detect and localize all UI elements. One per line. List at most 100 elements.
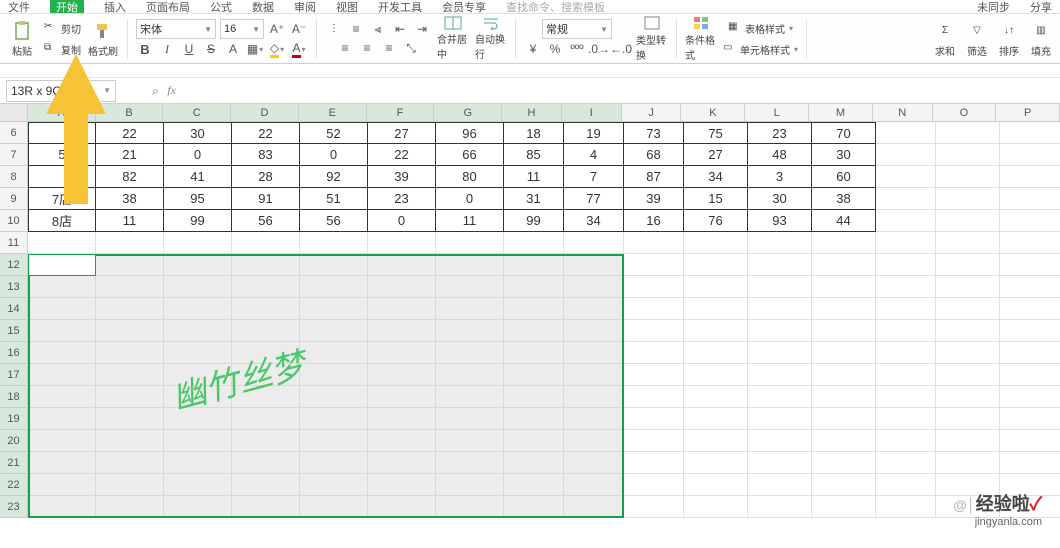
cell[interactable] (876, 144, 936, 166)
cell[interactable]: 77 (564, 188, 624, 210)
format-painter-button[interactable]: 格式刷 (87, 17, 119, 61)
percent-button[interactable]: % (546, 40, 564, 58)
cell[interactable]: 0 (436, 188, 504, 210)
cell[interactable] (684, 320, 748, 342)
number-format-select[interactable]: 常规▼ (542, 19, 612, 39)
cell[interactable] (564, 474, 624, 496)
paste-button[interactable]: 粘贴 (6, 17, 38, 61)
cell[interactable] (812, 320, 876, 342)
cell[interactable] (812, 298, 876, 320)
cell[interactable]: 16 (624, 210, 684, 232)
cell[interactable]: 96 (436, 122, 504, 144)
cell[interactable] (876, 496, 936, 518)
cell[interactable] (504, 474, 564, 496)
cell[interactable] (564, 254, 624, 276)
cell[interactable] (300, 232, 368, 254)
cell[interactable] (812, 364, 876, 386)
wrap-text-button[interactable]: 自动换行 (475, 17, 507, 61)
cell[interactable]: 19 (564, 122, 624, 144)
cell[interactable] (936, 298, 1000, 320)
cell[interactable]: 70 (812, 122, 876, 144)
cell[interactable] (28, 474, 96, 496)
cell[interactable] (748, 474, 812, 496)
cell[interactable]: 22 (368, 144, 436, 166)
cell[interactable] (564, 364, 624, 386)
sum-button[interactable]: Σ求和 (932, 17, 958, 61)
row-header[interactable]: 7 (0, 144, 28, 166)
cell[interactable] (684, 452, 748, 474)
cell[interactable] (300, 430, 368, 452)
tab-review[interactable]: 审阅 (294, 0, 316, 14)
cell[interactable] (300, 276, 368, 298)
cell[interactable] (368, 452, 436, 474)
cell[interactable] (812, 408, 876, 430)
cell[interactable] (368, 298, 436, 320)
cell[interactable] (564, 232, 624, 254)
cell[interactable] (232, 386, 300, 408)
cell[interactable] (300, 408, 368, 430)
cell[interactable] (504, 276, 564, 298)
cell[interactable] (28, 276, 96, 298)
cell[interactable]: 30 (164, 122, 232, 144)
cell[interactable] (368, 254, 436, 276)
cell[interactable] (28, 408, 96, 430)
cell[interactable] (164, 496, 232, 518)
cell[interactable] (368, 276, 436, 298)
cell[interactable] (436, 232, 504, 254)
cell[interactable] (368, 364, 436, 386)
cell[interactable] (936, 188, 1000, 210)
cell[interactable] (936, 166, 1000, 188)
cell[interactable]: 7店 (28, 188, 96, 210)
cell[interactable]: 52 (300, 122, 368, 144)
cell[interactable] (876, 474, 936, 496)
cell[interactable] (232, 276, 300, 298)
cell[interactable] (684, 386, 748, 408)
cell[interactable] (504, 342, 564, 364)
cell[interactable] (876, 320, 936, 342)
cell[interactable] (28, 496, 96, 518)
cell[interactable]: 22 (232, 122, 300, 144)
cell[interactable]: 11 (436, 210, 504, 232)
text-direction-button[interactable]: ⤡ (402, 39, 420, 57)
cell[interactable] (812, 254, 876, 276)
copy-button[interactable]: ⧉复制 (44, 39, 81, 59)
decimal-inc-button[interactable]: .0→ (590, 40, 608, 58)
cell[interactable] (436, 276, 504, 298)
cell[interactable] (232, 474, 300, 496)
cell[interactable] (164, 430, 232, 452)
cell[interactable] (96, 364, 164, 386)
cell[interactable] (96, 496, 164, 518)
cell[interactable] (436, 408, 504, 430)
cell[interactable] (28, 320, 96, 342)
row-header[interactable]: 14 (0, 298, 28, 320)
cell[interactable] (96, 342, 164, 364)
cell[interactable] (936, 232, 1000, 254)
cell[interactable] (368, 320, 436, 342)
cell[interactable] (748, 254, 812, 276)
cell[interactable]: 27 (368, 122, 436, 144)
sort-button[interactable]: ↓↑排序 (996, 17, 1022, 61)
cell[interactable]: 38 (812, 188, 876, 210)
cell[interactable] (812, 452, 876, 474)
row-header[interactable]: 12 (0, 254, 28, 276)
cell[interactable] (684, 254, 748, 276)
cell[interactable] (1000, 188, 1060, 210)
cell[interactable] (624, 408, 684, 430)
cell[interactable] (748, 496, 812, 518)
cell[interactable]: 80 (436, 166, 504, 188)
column-header[interactable]: A (28, 104, 96, 122)
cell[interactable] (232, 254, 300, 276)
cell[interactable] (812, 474, 876, 496)
cell[interactable] (232, 496, 300, 518)
cell[interactable] (876, 210, 936, 232)
cell[interactable] (436, 386, 504, 408)
italic-button[interactable]: I (158, 40, 176, 58)
column-header[interactable]: D (231, 104, 299, 122)
cell[interactable] (164, 386, 232, 408)
cell[interactable] (876, 232, 936, 254)
cell[interactable] (564, 386, 624, 408)
align-bottom-button[interactable]: ⫷ (369, 20, 387, 38)
cell[interactable]: 11 (504, 166, 564, 188)
cell[interactable] (1000, 320, 1060, 342)
cell[interactable]: 68 (624, 144, 684, 166)
